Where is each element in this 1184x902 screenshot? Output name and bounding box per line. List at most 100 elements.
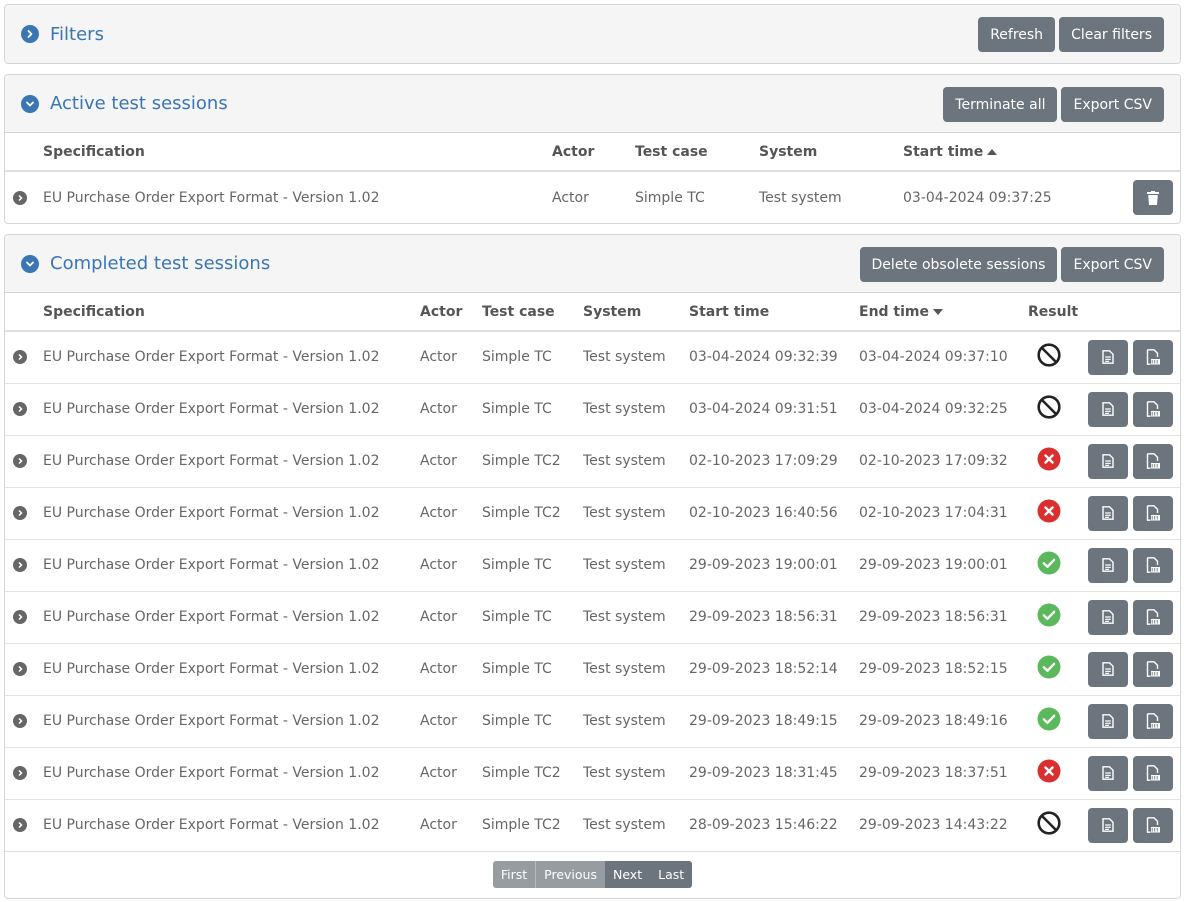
export-pdf-button[interactable] xyxy=(1133,391,1173,427)
completed-export-csv-button[interactable]: Export CSV xyxy=(1061,247,1164,282)
table-row[interactable]: EU Purchase Order Export Format - Versio… xyxy=(5,591,1180,644)
cell-actor: Actor xyxy=(420,487,482,540)
cell-test-case: Simple TC xyxy=(635,189,705,206)
expand-row-icon[interactable] xyxy=(13,818,27,833)
active-export-csv-button[interactable]: Export CSV xyxy=(1061,87,1164,122)
cell-system: Test system xyxy=(583,695,689,748)
export-pdf-button[interactable] xyxy=(1133,807,1173,843)
undefined-result-icon xyxy=(1037,811,1061,835)
view-report-button[interactable] xyxy=(1088,495,1128,531)
table-row[interactable]: EU Purchase Order Export Format - Versio… xyxy=(5,539,1180,592)
cell-end-time: 29-09-2023 19:00:01 xyxy=(859,539,1028,592)
export-pdf-button[interactable] xyxy=(1133,599,1173,635)
col-test-case[interactable]: Test case xyxy=(635,133,759,172)
view-report-button[interactable] xyxy=(1088,703,1128,739)
page-last-button[interactable]: Last xyxy=(650,861,693,888)
col-actor[interactable]: Actor xyxy=(552,133,635,172)
table-row[interactable]: EU Purchase Order Export Format - Versio… xyxy=(5,487,1180,540)
cell-specification: EU Purchase Order Export Format - Versio… xyxy=(43,539,420,592)
view-report-button[interactable] xyxy=(1088,339,1128,375)
cell-test-case: Simple TC2 xyxy=(482,435,583,488)
table-row[interactable]: EU Purchase Order Export Format - Versio… xyxy=(5,435,1180,488)
cell-start-time: 03-04-2024 09:37:25 xyxy=(903,189,1052,206)
cell-specification: EU Purchase Order Export Format - Versio… xyxy=(43,487,420,540)
view-report-button[interactable] xyxy=(1088,651,1128,687)
chevron-down-icon[interactable] xyxy=(21,94,39,113)
export-pdf-button[interactable] xyxy=(1133,703,1173,739)
table-row[interactable]: EU Purchase Order Export Format - Versio… xyxy=(5,171,1180,223)
cell-system: Test system xyxy=(583,435,689,488)
delete-session-button[interactable] xyxy=(1133,180,1173,215)
table-row[interactable]: EU Purchase Order Export Format - Versio… xyxy=(5,747,1180,800)
pdf-icon xyxy=(1146,765,1160,781)
view-report-button[interactable] xyxy=(1088,755,1128,791)
trash-icon xyxy=(1147,190,1159,205)
table-row[interactable]: EU Purchase Order Export Format - Versio… xyxy=(5,331,1180,384)
expand-row-icon[interactable] xyxy=(13,454,27,468)
expand-row-icon[interactable] xyxy=(13,714,27,728)
view-report-button[interactable] xyxy=(1088,443,1128,479)
export-pdf-button[interactable] xyxy=(1133,547,1173,583)
expand-row-icon[interactable] xyxy=(13,190,27,205)
delete-obsolete-sessions-button[interactable]: Delete obsolete sessions xyxy=(859,247,1058,282)
failure-icon xyxy=(1037,759,1061,783)
export-pdf-button[interactable] xyxy=(1133,495,1173,531)
col-specification[interactable]: Specification xyxy=(43,293,420,332)
col-start-time[interactable]: Start time xyxy=(903,133,1103,172)
expand-row-icon[interactable] xyxy=(13,662,27,676)
col-system[interactable]: System xyxy=(759,133,903,172)
table-row[interactable]: EU Purchase Order Export Format - Versio… xyxy=(5,695,1180,748)
chevron-down-icon[interactable] xyxy=(21,254,39,273)
export-pdf-button[interactable] xyxy=(1133,651,1173,687)
active-sessions-title[interactable]: Active test sessions xyxy=(50,93,228,114)
page-previous-button[interactable]: Previous xyxy=(535,861,605,888)
terminate-all-button[interactable]: Terminate all xyxy=(943,87,1058,122)
pdf-icon xyxy=(1146,609,1160,625)
page-first-button[interactable]: First xyxy=(492,861,536,888)
cell-system: Test system xyxy=(583,643,689,696)
view-report-button[interactable] xyxy=(1088,391,1128,427)
completed-sessions-title[interactable]: Completed test sessions xyxy=(50,253,270,274)
expand-row-icon[interactable] xyxy=(13,610,27,624)
cell-specification: EU Purchase Order Export Format - Versio… xyxy=(43,695,420,748)
table-row[interactable]: EU Purchase Order Export Format - Versio… xyxy=(5,383,1180,436)
cell-end-time: 29-09-2023 18:56:31 xyxy=(859,591,1028,644)
col-specification[interactable]: Specification xyxy=(43,133,552,172)
view-report-button[interactable] xyxy=(1088,599,1128,635)
expand-row-icon[interactable] xyxy=(13,402,27,416)
chevron-right-icon[interactable] xyxy=(21,25,39,43)
export-pdf-button[interactable] xyxy=(1133,755,1173,791)
col-actor[interactable]: Actor xyxy=(420,293,482,332)
completed-sessions-header[interactable]: Completed test sessions Delete obsolete … xyxy=(5,235,1180,293)
view-report-button[interactable] xyxy=(1088,807,1128,843)
expand-row-icon[interactable] xyxy=(13,558,27,572)
col-system[interactable]: System xyxy=(583,293,689,332)
pdf-icon xyxy=(1146,713,1160,729)
expand-row-icon[interactable] xyxy=(13,506,27,520)
active-sessions-header[interactable]: Active test sessions Terminate all Expor… xyxy=(5,75,1180,133)
table-row[interactable]: EU Purchase Order Export Format - Versio… xyxy=(5,799,1180,851)
col-end-time[interactable]: End time xyxy=(859,293,1028,332)
export-pdf-button[interactable] xyxy=(1133,443,1173,479)
col-result[interactable]: Result xyxy=(1028,293,1086,332)
document-icon xyxy=(1102,506,1114,520)
filters-header[interactable]: Filters Refresh Clear filters xyxy=(5,5,1180,63)
cell-actor: Actor xyxy=(420,539,482,592)
cell-actor: Actor xyxy=(552,189,589,206)
document-icon xyxy=(1102,454,1114,468)
table-row[interactable]: EU Purchase Order Export Format - Versio… xyxy=(5,643,1180,696)
failure-icon xyxy=(1037,447,1061,471)
document-icon xyxy=(1102,350,1114,365)
expand-row-icon[interactable] xyxy=(13,350,27,365)
export-pdf-button[interactable] xyxy=(1133,339,1173,375)
clear-filters-button[interactable]: Clear filters xyxy=(1059,17,1164,52)
filters-title[interactable]: Filters xyxy=(50,24,104,45)
failure-icon xyxy=(1037,499,1061,523)
view-report-button[interactable] xyxy=(1088,547,1128,583)
cell-end-time: 03-04-2024 09:37:10 xyxy=(859,331,1028,384)
refresh-button[interactable]: Refresh xyxy=(978,17,1056,52)
col-start-time[interactable]: Start time xyxy=(689,293,859,332)
page-next-button[interactable]: Next xyxy=(604,861,651,888)
expand-row-icon[interactable] xyxy=(13,766,27,780)
col-test-case[interactable]: Test case xyxy=(482,293,583,332)
